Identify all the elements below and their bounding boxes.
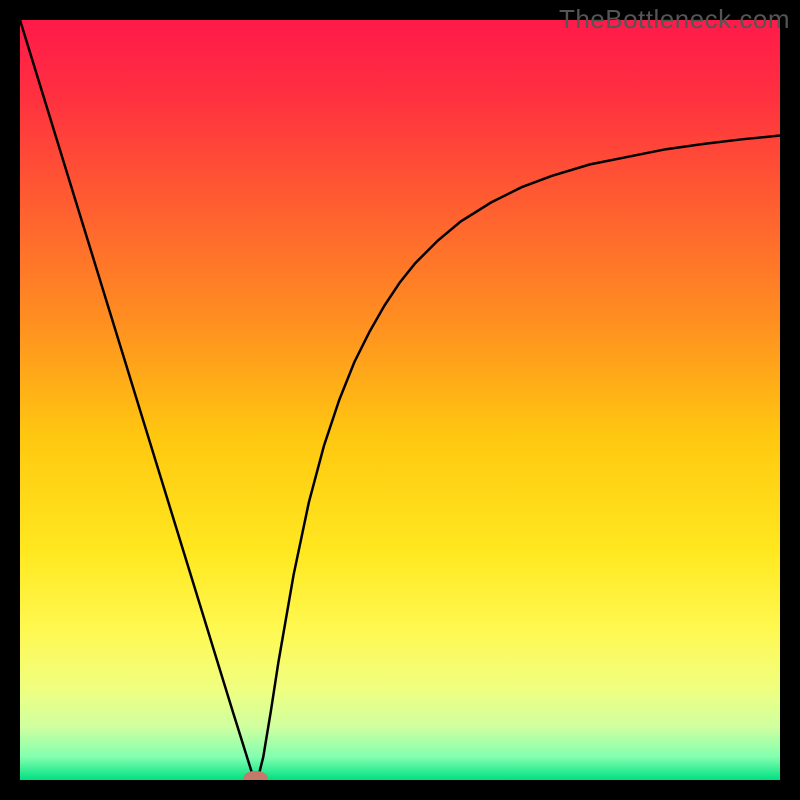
chart-container: TheBottleneck.com bbox=[0, 0, 800, 800]
watermark-text: TheBottleneck.com bbox=[559, 4, 790, 35]
plot-svg bbox=[20, 20, 780, 780]
plot-background bbox=[20, 20, 780, 780]
